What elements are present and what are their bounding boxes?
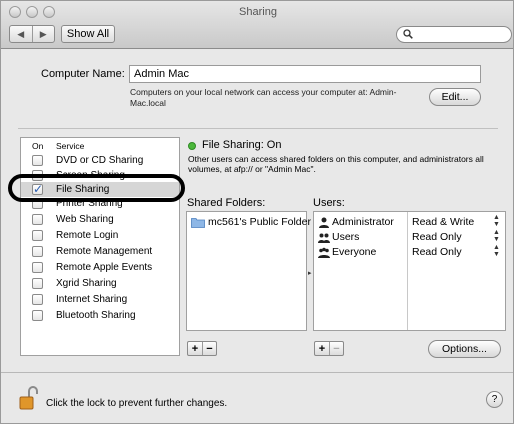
lock-message: Click the lock to prevent further change… <box>46 398 228 409</box>
options-button[interactable]: Options... <box>428 340 501 358</box>
single-user-icon <box>319 217 329 228</box>
service-row[interactable]: Remote Apple Events <box>21 260 179 275</box>
user-row[interactable]: Everyone Read Only ▲ ▼ <box>314 244 505 260</box>
folders-add-remove: + − <box>187 341 217 356</box>
shared-folders-list: mc561's Public Folder <box>186 211 311 331</box>
user-row[interactable]: Administrator Read & Write ▲ ▼ <box>314 214 505 230</box>
shared-folders-label: Shared Folders: <box>187 197 266 209</box>
user-name: Administrator <box>332 216 394 228</box>
service-checkbox[interactable] <box>32 262 43 273</box>
status-description: Other users can access shared folders on… <box>188 154 484 174</box>
forward-arrow-icon[interactable]: ▶ <box>31 26 55 42</box>
resize-handle-icon[interactable]: ▸ <box>308 269 312 277</box>
status-indicator-icon <box>188 142 196 150</box>
users-list: Administrator Read & Write ▲ ▼ Users Read… <box>313 211 506 331</box>
add-folder-button[interactable]: + <box>188 342 202 355</box>
permission-stepper-icon[interactable]: ▲ ▼ <box>493 244 500 258</box>
service-row[interactable]: Web Sharing <box>21 212 179 227</box>
lock-icon[interactable] <box>19 386 41 410</box>
footer-divider <box>1 372 513 373</box>
service-label: Xgrid Sharing <box>56 278 117 289</box>
user-permission[interactable]: Read & Write <box>412 216 474 228</box>
user-name-cell: Administrator <box>318 216 394 228</box>
edit-button[interactable]: Edit... <box>429 88 481 106</box>
search-icon <box>403 29 413 39</box>
users-label: Users: <box>313 197 345 209</box>
service-row[interactable]: Internet Sharing <box>21 292 179 307</box>
computer-name-description: Computers on your local network can acce… <box>130 87 397 108</box>
service-list-header: On Service <box>21 138 179 152</box>
service-checkbox[interactable] <box>32 294 43 305</box>
section-divider <box>18 128 498 129</box>
service-row[interactable]: DVD or CD Sharing <box>21 153 179 168</box>
back-arrow-icon[interactable]: ◀ <box>10 26 32 42</box>
permission-stepper-icon[interactable]: ▲ ▼ <box>493 214 500 228</box>
service-label: DVD or CD Sharing <box>56 155 144 166</box>
folder-icon <box>191 217 205 228</box>
add-user-button[interactable]: + <box>315 342 329 355</box>
service-label: Web Sharing <box>56 214 114 225</box>
remove-folder-button[interactable]: − <box>202 342 216 355</box>
computer-name-label: Computer Name: <box>41 68 125 80</box>
show-all-button[interactable]: Show All <box>61 25 115 43</box>
shared-folder-name: mc561's Public Folder <box>208 216 311 228</box>
service-checkbox[interactable] <box>32 246 43 257</box>
service-label: Bluetooth Sharing <box>56 310 136 321</box>
title-bar: Sharing ◀ ▶ Show All <box>1 1 513 49</box>
status-title: File Sharing: On <box>202 139 282 151</box>
highlight-ring-annotation <box>8 174 185 202</box>
search-input[interactable] <box>396 26 512 43</box>
permission-stepper-icon[interactable]: ▲ ▼ <box>493 229 500 243</box>
service-checkbox[interactable] <box>32 214 43 225</box>
service-label: Remote Apple Events <box>56 262 153 273</box>
user-permission[interactable]: Read Only <box>412 231 462 243</box>
header-service: Service <box>56 141 85 151</box>
computer-name-field[interactable]: Admin Mac <box>129 65 481 83</box>
service-checkbox[interactable] <box>32 310 43 321</box>
service-checkbox[interactable] <box>32 155 43 166</box>
user-name-cell: Users <box>318 231 359 243</box>
group-icon <box>318 233 330 243</box>
user-name: Everyone <box>332 246 377 258</box>
service-row[interactable]: Remote Login <box>21 228 179 243</box>
service-row[interactable]: Xgrid Sharing <box>21 276 179 291</box>
service-checkbox[interactable] <box>32 230 43 241</box>
user-name: Users <box>332 231 360 243</box>
shared-folder-item[interactable]: mc561's Public Folder <box>191 216 311 228</box>
window-title: Sharing <box>239 6 277 18</box>
sharing-window: Sharing ◀ ▶ Show All Computer Name: Admi… <box>0 0 514 424</box>
service-checkbox[interactable] <box>32 278 43 289</box>
service-label: Remote Login <box>56 230 119 241</box>
back-forward-control: ◀ ▶ <box>9 25 55 43</box>
user-name-cell: Everyone <box>318 246 376 258</box>
user-row[interactable]: Users Read Only ▲ ▼ <box>314 229 505 245</box>
service-list: On Service DVD or CD Sharing Screen Shar… <box>20 137 180 356</box>
service-label: Remote Management <box>56 246 153 257</box>
user-permission[interactable]: Read Only <box>412 246 462 258</box>
service-row[interactable]: Remote Management <box>21 244 179 259</box>
service-row[interactable]: Bluetooth Sharing <box>21 308 179 323</box>
users-add-remove: + − <box>314 341 344 356</box>
service-label: Internet Sharing <box>56 294 128 305</box>
help-button[interactable]: ? <box>486 391 503 408</box>
header-on: On <box>32 141 44 151</box>
remove-user-button[interactable]: − <box>329 342 343 355</box>
group-icon <box>318 247 330 258</box>
